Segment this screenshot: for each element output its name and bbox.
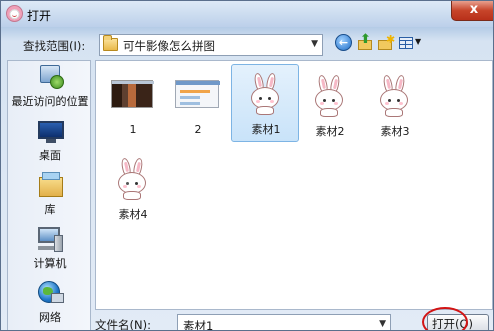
place-desktop[interactable]: 桌面 (8, 117, 92, 162)
image-thumbnail-icon (109, 71, 155, 117)
network-icon (36, 279, 64, 307)
new-folder-button[interactable]: ✱ (377, 33, 396, 52)
chevron-down-icon[interactable]: ▼ (379, 319, 386, 329)
file-list[interactable]: 1 2 素材1 素材2 素材3 素材4 (95, 60, 493, 310)
view-grid-icon (399, 37, 413, 49)
places-bar: 最近访问的位置 桌面 库 计算机 网络 (7, 60, 92, 330)
file-name: 素材4 (118, 208, 148, 221)
place-label: 库 (44, 203, 56, 216)
image-thumbnail-icon (174, 71, 220, 117)
file-name: 素材3 (380, 125, 410, 138)
bunny-thumbnail-icon (306, 71, 352, 117)
file-item[interactable]: 素材2 (296, 67, 364, 145)
bunny-thumbnail-icon (242, 69, 288, 115)
file-name-value: 素材1 (183, 319, 214, 331)
bunny-thumbnail-icon (109, 154, 155, 200)
place-recent[interactable]: 最近访问的位置 (8, 63, 92, 109)
file-item[interactable]: 1 (99, 67, 167, 145)
computer-icon (36, 225, 64, 253)
look-in-value: 可牛影像怎么拼图 (123, 39, 215, 53)
place-network[interactable]: 网络 (8, 279, 92, 324)
look-in-label: 查找范围(I): (23, 39, 86, 53)
place-label: 最近访问的位置 (11, 95, 89, 108)
file-name: 素材1 (251, 123, 281, 136)
place-label: 桌面 (39, 149, 61, 162)
title-bar[interactable]: 打开 x (1, 1, 493, 27)
file-item[interactable]: 素材4 (99, 150, 167, 228)
highlight-circle-annotation (422, 307, 468, 330)
chevron-down-icon: ▼ (415, 37, 422, 46)
library-icon (36, 171, 64, 199)
recent-places-icon (36, 63, 64, 91)
view-menu-button[interactable]: ▼ (398, 34, 422, 52)
back-button[interactable]: ← (335, 34, 352, 51)
place-label: 计算机 (33, 257, 67, 270)
file-item[interactable]: 素材3 (361, 67, 429, 145)
desktop-icon (36, 117, 64, 145)
new-star-icon: ✱ (386, 33, 396, 46)
look-in-dropdown[interactable]: 可牛影像怎么拼图 ▼ (99, 34, 323, 56)
file-name-label: 文件名(N): (95, 318, 151, 331)
file-item-selected[interactable]: 素材1 (231, 64, 299, 142)
file-name: 1 (129, 123, 137, 136)
file-item[interactable]: 2 (164, 67, 232, 145)
file-name-input[interactable]: 素材1 ▼ (177, 314, 391, 331)
up-arrow-icon: ⬆ (360, 32, 371, 47)
open-file-dialog: 打开 x 查找范围(I): 可牛影像怎么拼图 ▼ ← ⬆ ✱ ▼ 最近访问的位置… (0, 0, 494, 331)
place-label: 网络 (39, 311, 61, 324)
folder-icon (103, 35, 118, 51)
up-one-level-button[interactable]: ⬆ (356, 32, 374, 52)
file-name: 2 (194, 123, 202, 136)
chevron-down-icon[interactable]: ▼ (311, 39, 318, 49)
bunny-thumbnail-icon (371, 71, 417, 117)
app-icon (6, 5, 23, 22)
close-button[interactable]: x (451, 1, 493, 21)
window-title: 打开 (27, 9, 52, 23)
file-name: 素材2 (315, 125, 345, 138)
place-library[interactable]: 库 (8, 171, 92, 216)
place-computer[interactable]: 计算机 (8, 225, 92, 270)
